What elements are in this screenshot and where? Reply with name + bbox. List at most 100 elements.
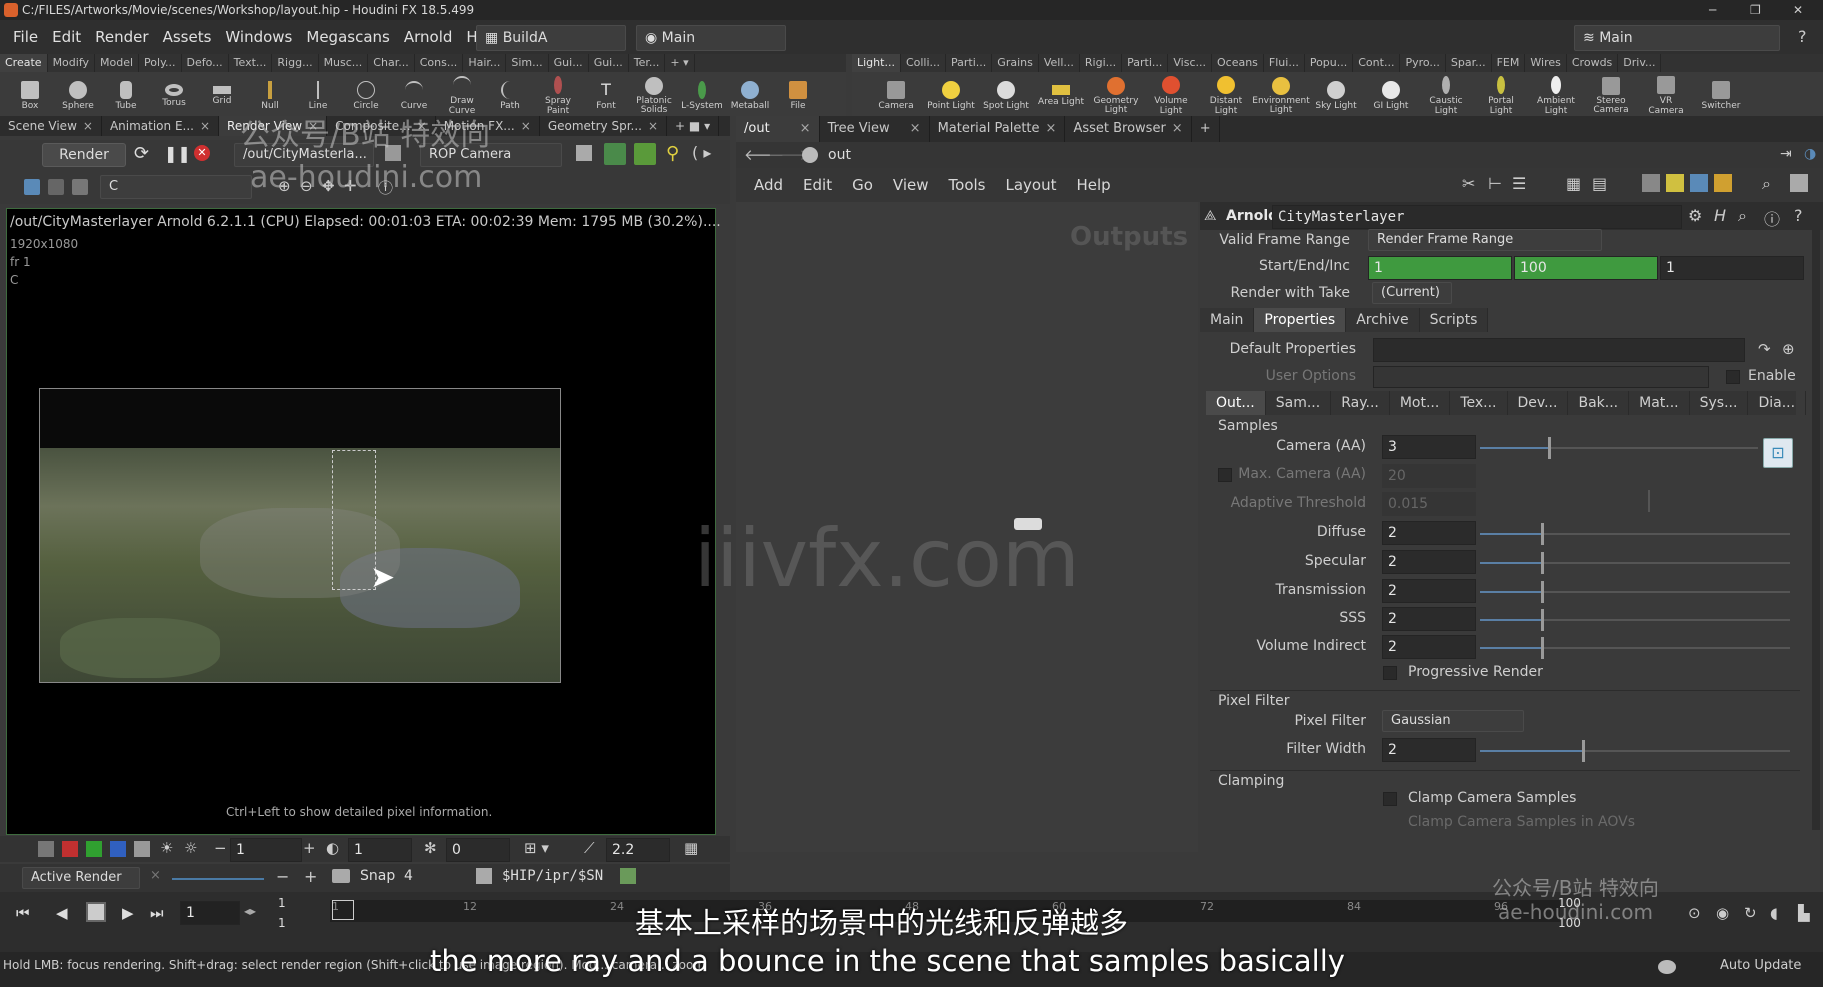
ipr-path[interactable]: $HIP/ipr/$SN: [502, 868, 603, 884]
shelf-tab[interactable]: Text...: [229, 54, 273, 72]
brightness-icon[interactable]: ☼: [184, 839, 197, 857]
tool-portal-light[interactable]: Portal Light: [1477, 72, 1525, 116]
menu-windows[interactable]: Windows: [218, 20, 299, 54]
subtab-device[interactable]: Dev...: [1508, 391, 1569, 415]
subtab-ray-depth[interactable]: Ray...: [1331, 391, 1390, 415]
shelf-tab[interactable]: Colli...: [901, 54, 947, 72]
add-snapshot-icon[interactable]: +: [304, 867, 317, 886]
tool-caustic-light[interactable]: Caustic Light: [1422, 72, 1470, 116]
menu-render[interactable]: Render: [88, 20, 155, 54]
tool-volume-light[interactable]: Volume Light: [1147, 72, 1195, 116]
view-mode-icon[interactable]: [24, 179, 40, 195]
rendered-city-image[interactable]: ➤: [40, 448, 560, 682]
close-icon[interactable]: ×: [1046, 121, 1057, 136]
compare-icon[interactable]: [48, 179, 64, 195]
clamp-camera-checkbox[interactable]: [1383, 792, 1397, 806]
range-start-2[interactable]: 1: [278, 916, 286, 930]
menu-file[interactable]: File: [6, 20, 45, 54]
decrement-icon[interactable]: −: [214, 839, 227, 857]
shelf-tab[interactable]: Model: [95, 54, 140, 72]
snapshot-mode-selector[interactable]: Active Render: [22, 867, 140, 889]
tool-point-light[interactable]: Point Light: [927, 77, 975, 111]
volume-indirect-field[interactable]: 2: [1382, 635, 1476, 659]
slider-knob[interactable]: [1541, 552, 1544, 574]
step-icon[interactable]: ◂▸: [244, 904, 256, 918]
tool-line[interactable]: Line: [294, 77, 342, 111]
loop-icon[interactable]: ↻: [1744, 904, 1757, 922]
tool-area-light[interactable]: Area Light: [1037, 81, 1085, 107]
tab-out[interactable]: /out ×: [736, 116, 820, 142]
stop-icon[interactable]: [86, 902, 106, 922]
channel-blue-icon[interactable]: [110, 841, 126, 857]
network-path[interactable]: out: [828, 147, 851, 163]
shelf-tab[interactable]: Poly...: [139, 54, 182, 72]
tool-file[interactable]: File: [774, 77, 822, 111]
shelf-tab[interactable]: Hair...: [463, 54, 507, 72]
tool-camera[interactable]: Camera: [872, 77, 920, 111]
tool-grid[interactable]: Grid: [198, 82, 246, 106]
filter-width-field[interactable]: 2: [1382, 738, 1476, 762]
right-desktop-selector[interactable]: ≋ Main: [1574, 25, 1780, 51]
close-icon[interactable]: ×: [1172, 121, 1183, 136]
shelf-tab[interactable]: Defo...: [182, 54, 229, 72]
shelf-tab[interactable]: Pyro...: [1400, 54, 1446, 72]
shelf-tab[interactable]: Rigi...: [1080, 54, 1123, 72]
play-icon[interactable]: ▶: [122, 904, 134, 922]
shelf-tab[interactable]: Parti...: [1122, 54, 1169, 72]
shelf-tab[interactable]: Oceans: [1212, 54, 1264, 72]
tab-asset-browser[interactable]: Asset Browser ×: [1065, 116, 1192, 142]
net-menu-tools[interactable]: Tools: [939, 168, 996, 202]
grid-view-icon[interactable]: ▦: [684, 839, 698, 857]
slider-knob[interactable]: [1541, 581, 1544, 603]
arrow-icon[interactable]: ( ▸: [692, 143, 711, 162]
stop-render-icon[interactable]: ✕: [194, 145, 210, 161]
add-property-icon[interactable]: ⊕: [1782, 340, 1795, 358]
close-button[interactable]: ✕: [1793, 0, 1803, 20]
key-icon[interactable]: ⊙: [1688, 904, 1701, 922]
tool-sphere[interactable]: Sphere: [54, 77, 102, 111]
adaptive-threshold-field[interactable]: 0.015: [1382, 492, 1476, 516]
diffuse-field[interactable]: 2: [1382, 521, 1476, 545]
shelf-tab[interactable]: Flui...: [1264, 54, 1305, 72]
shelf-tab[interactable]: Parti...: [946, 54, 993, 72]
max-camera-aa-field[interactable]: 20: [1382, 464, 1476, 488]
tool-path[interactable]: Path: [486, 77, 534, 111]
preview-icon[interactable]: [634, 143, 656, 165]
subtab-textures[interactable]: Tex...: [1450, 391, 1508, 415]
tool-torus[interactable]: Torus: [150, 80, 198, 108]
shelf-tab[interactable]: Char...: [368, 54, 415, 72]
tool-stereo-camera[interactable]: Stereo Camera: [1587, 73, 1635, 115]
ipr-folder-icon[interactable]: [476, 868, 492, 884]
notification-icon[interactable]: [1658, 960, 1676, 974]
slider-knob[interactable]: [1548, 437, 1551, 459]
tool-null[interactable]: Null: [246, 77, 294, 111]
transmission-field[interactable]: 2: [1382, 579, 1476, 603]
shelf-tab[interactable]: Rigg...: [272, 54, 319, 72]
shelf-tab[interactable]: Spar...: [1446, 54, 1492, 72]
play-reverse-icon[interactable]: ◀: [56, 904, 68, 922]
tool-circle[interactable]: Circle: [342, 77, 390, 111]
tab-tree-view[interactable]: Tree View ×: [820, 116, 930, 142]
slider-knob[interactable]: [1541, 523, 1544, 545]
tool-geometry-light[interactable]: Geometry Light: [1092, 73, 1140, 115]
pin-pane-icon[interactable]: ⇥: [1780, 146, 1792, 162]
tab-material-palette[interactable]: Material Palette ×: [930, 116, 1066, 142]
save-ipr-icon[interactable]: [620, 868, 636, 884]
subtab-diagnostics[interactable]: Dia...: [1748, 391, 1807, 415]
subtab-bake[interactable]: Bak...: [1568, 391, 1630, 415]
tab-animation-editor[interactable]: Animation E... ×: [102, 116, 220, 136]
offset-field[interactable]: 0: [446, 838, 510, 862]
tool-curve[interactable]: Curve: [390, 77, 438, 111]
folder-icon[interactable]: [1714, 174, 1732, 192]
subtab-sampling[interactable]: Sam...: [1266, 391, 1332, 415]
tool-spray-paint[interactable]: Spray Paint: [534, 72, 582, 116]
param-scrollbar[interactable]: [1812, 230, 1820, 830]
shelf-tab[interactable]: Cont...: [1353, 54, 1401, 72]
volume-indirect-slider[interactable]: [1480, 637, 1790, 659]
add-tab-icon[interactable]: +: [1192, 116, 1220, 142]
viewport-layout-selector[interactable]: ◉ Main: [636, 25, 786, 51]
net-menu-add[interactable]: Add: [744, 168, 793, 202]
minimize-button[interactable]: ─: [1709, 0, 1716, 20]
clear-icon[interactable]: ×: [150, 868, 161, 883]
remove-snapshot-icon[interactable]: −: [276, 867, 289, 886]
